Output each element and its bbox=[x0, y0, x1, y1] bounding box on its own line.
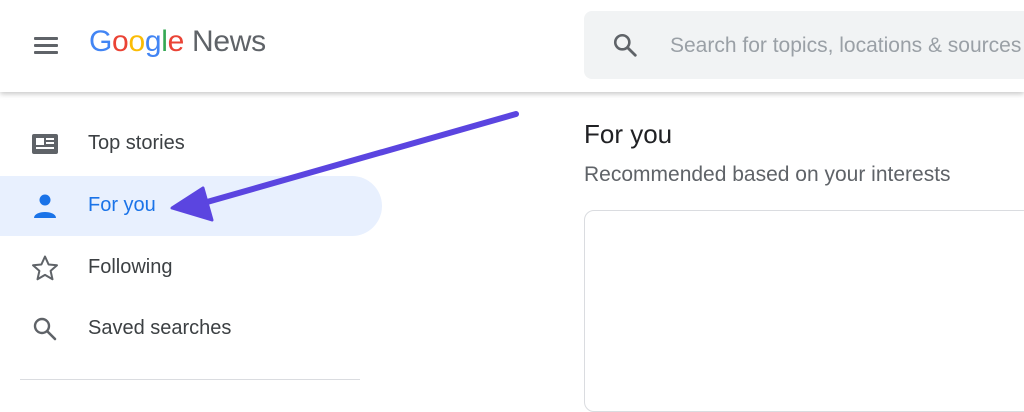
sidebar-item-top-stories[interactable]: Top stories bbox=[0, 114, 382, 174]
google-news-logo[interactable]: Google News bbox=[89, 25, 266, 59]
sidebar-item-label: Top stories bbox=[88, 132, 185, 154]
logo-letter: G bbox=[89, 25, 113, 58]
person-icon bbox=[34, 194, 56, 218]
search-input[interactable] bbox=[668, 25, 1024, 67]
logo-letter: o bbox=[112, 25, 129, 58]
sidebar-item-following[interactable]: Following bbox=[0, 238, 382, 298]
sidebar-item-saved-searches[interactable]: Saved searches bbox=[0, 299, 382, 359]
sidebar-nav: Top stories For you Following Saved sear… bbox=[0, 92, 384, 390]
page-subtitle: Recommended based on your interests bbox=[584, 163, 951, 186]
newspaper-icon bbox=[32, 134, 58, 154]
logo-letter: e bbox=[167, 25, 185, 58]
search-icon bbox=[33, 317, 57, 341]
main-content: For you Recommended based on your intere… bbox=[584, 92, 1024, 412]
logo-letter: g bbox=[144, 25, 162, 58]
page-title: For you bbox=[584, 119, 673, 149]
star-outline-icon bbox=[32, 255, 58, 281]
search-icon[interactable] bbox=[612, 32, 638, 58]
sidebar-item-label: Saved searches bbox=[88, 317, 232, 339]
search-box[interactable] bbox=[584, 11, 1024, 79]
story-card[interactable] bbox=[584, 210, 1024, 412]
logo-letter: o bbox=[128, 25, 145, 58]
sidebar-item-label: Following bbox=[88, 256, 173, 278]
hamburger-menu-icon[interactable] bbox=[28, 30, 64, 62]
sidebar-item-label: For you bbox=[88, 194, 156, 216]
logo-product-name: News bbox=[191, 25, 266, 58]
sidebar-divider bbox=[20, 379, 360, 380]
top-app-bar: Google News bbox=[0, 0, 1024, 92]
sidebar-item-for-you[interactable]: For you bbox=[0, 176, 382, 236]
